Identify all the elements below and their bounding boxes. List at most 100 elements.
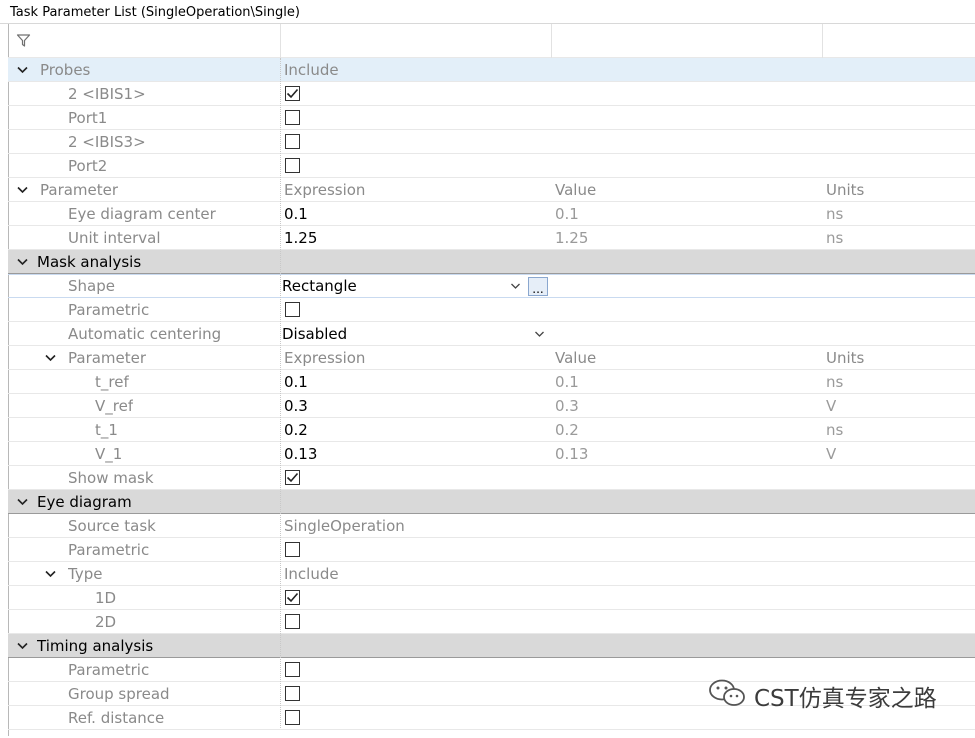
eye-diagram-center-expression[interactable]: 0.1 [284,202,308,225]
check-icon [286,88,299,99]
probe-port1-checkbox[interactable] [285,106,300,129]
chevron-down-icon[interactable] [17,178,28,201]
row-probes[interactable]: Probes Include [8,58,975,82]
v-ref-value: 0.3 [555,396,579,415]
row-mask-parametric[interactable]: Parametric [8,298,975,322]
v-1-label: V_1 [95,444,123,463]
type-1d-label: 1D [95,588,117,607]
row-t-1[interactable]: t_1 0.2 0.2 ns [8,418,975,442]
row-type-2d[interactable]: 2D [8,610,975,634]
probe-ibis3-label: 2 <IBIS3> [68,132,146,151]
row-eye-diagram-center[interactable]: Eye diagram center 0.1 0.1 ns [8,202,975,226]
row-source-task[interactable]: Source task SingleOperation [8,514,975,538]
column-divider [280,24,281,58]
row-show-mask[interactable]: Show mask [8,466,975,490]
v-ref-label: V_ref [95,396,134,415]
column-divider [822,24,823,58]
probe-port1-label: Port1 [68,108,108,127]
mask-parametric-checkbox[interactable] [285,298,300,321]
row-unit-interval[interactable]: Unit interval 1.25 1.25 ns [8,226,975,250]
probe-port2-checkbox[interactable] [285,154,300,177]
row-mask-parameter-header[interactable]: Parameter Expression Value Units [8,346,975,370]
row-parameter-header[interactable]: Parameter Expression Value Units [8,178,975,202]
chevron-down-icon[interactable] [17,490,28,513]
t-1-expression[interactable]: 0.2 [284,418,308,441]
chevron-down-icon[interactable] [17,634,28,657]
t-1-label: t_1 [95,420,118,439]
eye-diagram-center-value: 0.1 [555,204,579,223]
probe-ibis3-checkbox[interactable] [285,130,300,153]
row-timing-analysis[interactable]: Timing analysis [8,634,975,658]
row-probe-ibis3[interactable]: 2 <IBIS3> [8,130,975,154]
row-t-ref[interactable]: t_ref 0.1 0.1 ns [8,370,975,394]
eye-diagram-center-label: Eye diagram center [68,204,216,223]
chevron-down-icon[interactable] [45,562,56,585]
chevron-down-icon[interactable] [17,250,28,273]
row-probe-port1[interactable]: Port1 [8,106,975,130]
ref-distance-checkbox[interactable] [285,706,300,729]
checkbox-unchecked[interactable] [285,134,300,149]
checkbox-unchecked[interactable] [285,710,300,725]
checkbox-unchecked[interactable] [285,302,300,317]
row-mask-analysis[interactable]: Mask analysis [8,250,975,274]
row-type-1d[interactable]: 1D [8,586,975,610]
row-v-ref[interactable]: V_ref 0.3 0.3 V [8,394,975,418]
chevron-down-icon[interactable] [17,58,28,81]
checkbox-unchecked[interactable] [285,542,300,557]
probes-label: Probes [40,60,91,79]
checkbox-unchecked[interactable] [285,686,300,701]
checkbox-checked[interactable] [285,86,300,101]
automatic-centering-label: Automatic centering [68,324,222,343]
row-shape[interactable]: Shape Rectangle... [8,274,975,298]
unit-interval-label: Unit interval [68,228,161,247]
row-probe-port2[interactable]: Port2 [8,154,975,178]
eye-parametric-label: Parametric [68,540,150,559]
mask-parameter-header-label: Parameter [68,348,147,367]
row-probe-ibis1[interactable]: 2 <IBIS1> [8,82,975,106]
timing-parametric-checkbox[interactable] [285,658,300,681]
checkbox-unchecked[interactable] [285,614,300,629]
eye-parametric-checkbox[interactable] [285,538,300,561]
watermark: CST仿真专家之路 [708,676,937,716]
row-eye-parametric[interactable]: Parametric [8,538,975,562]
parameter-grid: Probes Include 2 <IBIS1> Port1 2 <IBIS3> Port… [8,24,975,730]
parameter-header-col4: Units [826,180,865,199]
row-eye-diagram[interactable]: Eye diagram [8,490,975,514]
checkbox-unchecked[interactable] [285,662,300,677]
mask-parameter-header-col3: Value [555,348,597,367]
checkbox-checked[interactable] [285,470,300,485]
row-v-1[interactable]: V_1 0.13 0.13 V [8,442,975,466]
show-mask-checkbox[interactable] [285,466,300,489]
type-header-col2: Include [284,564,339,583]
row-type-header[interactable]: Type Include [8,562,975,586]
parameter-header-label: Parameter [40,180,119,199]
probe-port2-label: Port2 [68,156,108,175]
v-ref-expression[interactable]: 0.3 [284,394,308,417]
source-task-label: Source task [68,516,156,535]
t-ref-expression[interactable]: 0.1 [284,370,308,393]
type-2d-checkbox[interactable] [285,610,300,633]
chevron-down-icon[interactable] [510,275,521,297]
checkbox-unchecked[interactable] [285,110,300,125]
checkbox-unchecked[interactable] [285,158,300,173]
type-1d-checkbox[interactable] [285,586,300,609]
v-1-expression[interactable]: 0.13 [284,442,317,465]
window-title: Task Parameter List (SingleOperation\Sin… [0,0,975,24]
shape-label: Shape [68,277,115,295]
ref-distance-label: Ref. distance [68,708,165,727]
mask-parameter-header-col2: Expression [284,348,366,367]
checkbox-checked[interactable] [285,590,300,605]
group-spread-label: Group spread [68,684,170,703]
row-automatic-centering[interactable]: Automatic centering Disabled [8,322,975,346]
group-spread-checkbox[interactable] [285,682,300,705]
filter-icon[interactable] [16,24,31,57]
automatic-centering-select[interactable]: Disabled [282,322,347,345]
browse-button[interactable]: ... [528,277,548,296]
chevron-down-icon[interactable] [45,346,56,369]
probe-ibis1-checkbox[interactable] [285,82,300,105]
shape-select[interactable]: Rectangle [282,275,357,297]
chevron-down-icon[interactable] [534,322,545,345]
check-icon [286,592,299,603]
t-ref-value: 0.1 [555,372,579,391]
unit-interval-expression[interactable]: 1.25 [284,226,317,249]
